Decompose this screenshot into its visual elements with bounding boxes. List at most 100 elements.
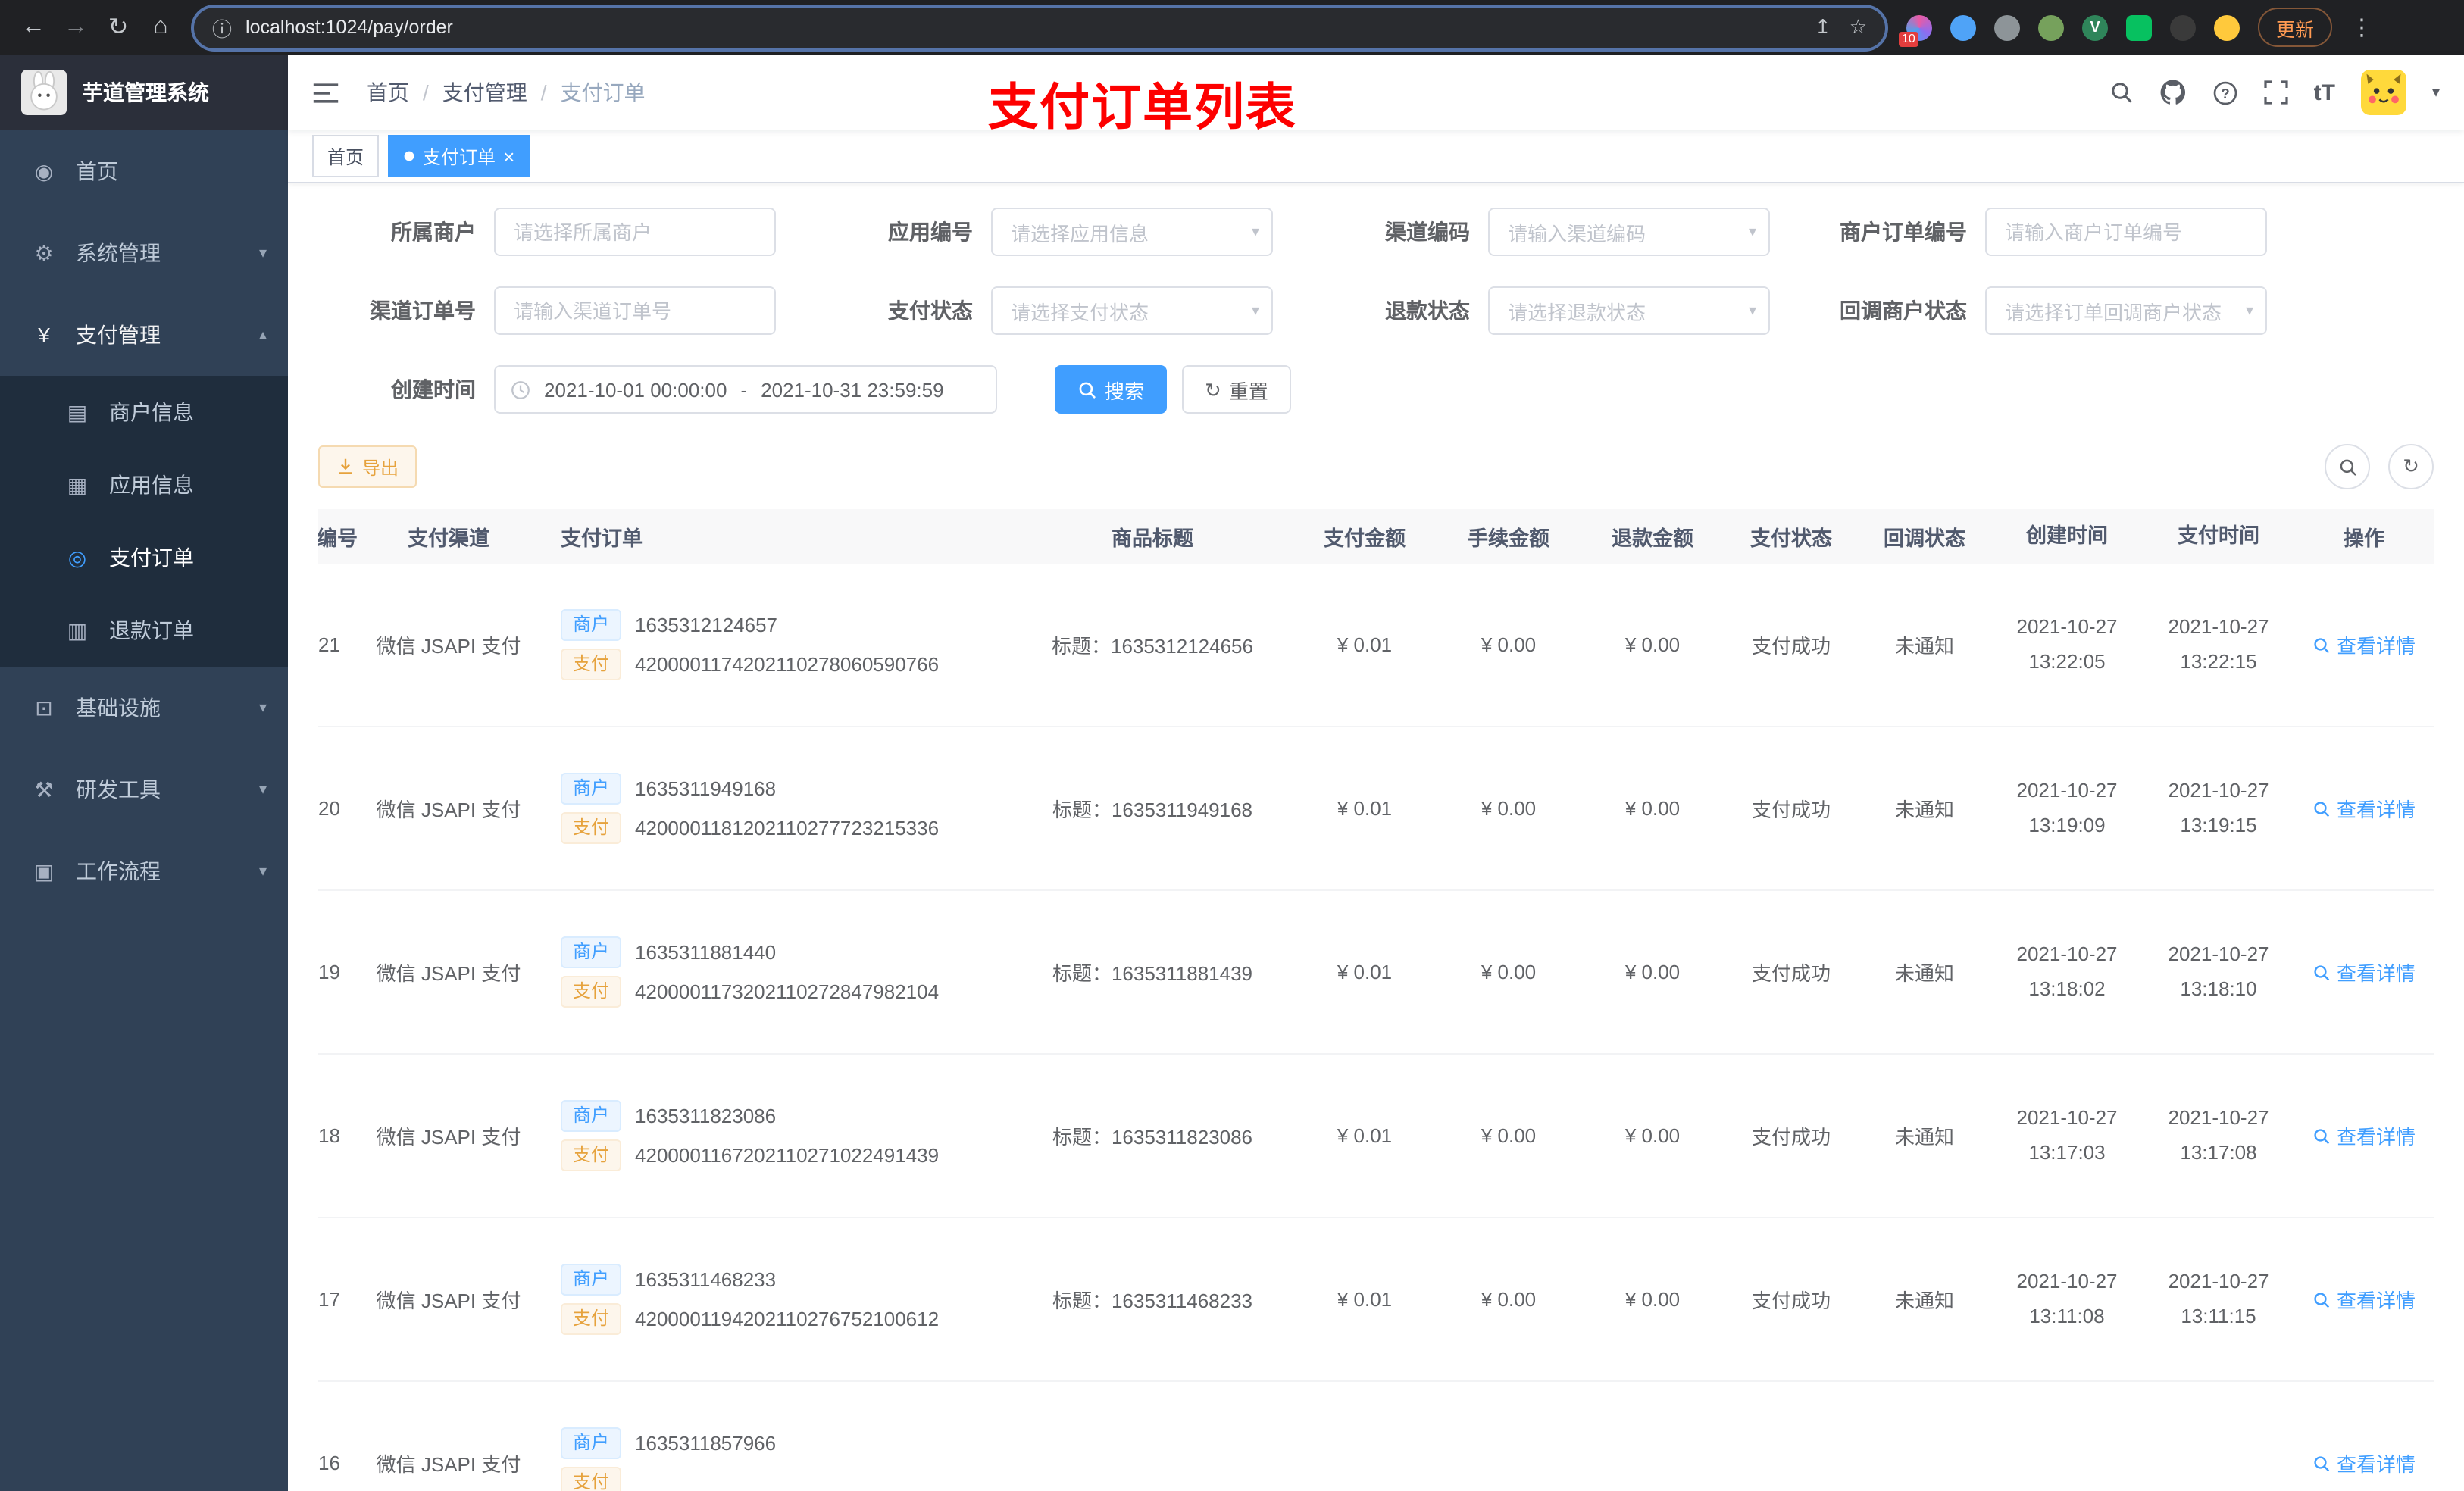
table-row: 17 微信 JSAPI 支付 商户 1635311468233 支付 42000… xyxy=(318,1218,2434,1382)
cell-product-title: 标题：1635311881439 xyxy=(1052,962,1253,985)
sidebar-item-devtools[interactable]: ⚒ 研发工具 ▾ xyxy=(0,749,288,830)
select-placeholder: 请选择支付状态 xyxy=(1011,301,1149,324)
sidebar-item-app-info[interactable]: ▦ 应用信息 xyxy=(0,449,288,521)
view-detail-link[interactable]: 查看详情 xyxy=(2312,1449,2416,1477)
browser-update-button[interactable]: 更新 xyxy=(2258,8,2333,47)
extension-icon-6[interactable] xyxy=(2126,14,2152,40)
sidebar-item-infra[interactable]: ⊡ 基础设施 ▾ xyxy=(0,667,288,749)
browser-home-icon[interactable]: ⌂ xyxy=(139,6,182,48)
breadcrumb-item[interactable]: 支付管理 xyxy=(442,77,527,108)
merchant-badge: 商户 xyxy=(561,1427,622,1459)
view-detail-link[interactable]: 查看详情 xyxy=(2312,1285,2416,1314)
extension-icon-4[interactable] xyxy=(2038,14,2064,40)
logo-link[interactable]: 芋道管理系统 xyxy=(0,55,288,130)
chevron-down-icon[interactable]: ▾ xyxy=(2432,84,2440,101)
avatar[interactable] xyxy=(2360,70,2406,115)
cell-id: 17 xyxy=(318,1288,340,1311)
help-icon[interactable]: ? xyxy=(2212,80,2238,105)
browser-forward-icon[interactable]: → xyxy=(55,6,97,48)
app-no-select[interactable]: 请选择应用信息 ▾ xyxy=(991,208,1273,256)
notify-status-select[interactable]: 请选择订单回调商户状态 ▾ xyxy=(1985,286,2267,335)
view-detail-link[interactable]: 查看详情 xyxy=(2312,1121,2416,1150)
sidebar-item-label: 商户信息 xyxy=(109,400,194,424)
bookmark-star-icon[interactable]: ☆ xyxy=(1850,15,1867,39)
merchant-input[interactable] xyxy=(494,208,776,256)
export-button[interactable]: 导出 xyxy=(318,445,417,488)
app-title: 芋道管理系统 xyxy=(82,80,209,105)
channel-order-line: 支付 4200001181202110277723215336 xyxy=(549,812,1003,844)
extension-icon-7[interactable] xyxy=(2170,14,2196,40)
browser-menu-icon[interactable]: ⋮ xyxy=(2341,14,2382,41)
channel-order-no-input[interactable] xyxy=(494,286,776,335)
chevron-down-icon: ▾ xyxy=(2245,302,2253,319)
view-detail-link[interactable]: 查看详情 xyxy=(2312,794,2416,823)
table-row: 21 微信 JSAPI 支付 商户 1635312124657 支付 42000… xyxy=(318,564,2434,727)
table-row: 19 微信 JSAPI 支付 商户 1635311881440 支付 42000… xyxy=(318,891,2434,1055)
cell-refund-amount: ¥ 0.00 xyxy=(1624,797,1681,820)
hamburger-icon[interactable] xyxy=(312,80,342,105)
channel-code-select[interactable]: 请输入渠道编码 ▾ xyxy=(1488,208,1770,256)
url-text[interactable]: localhost:1024/pay/order xyxy=(245,17,1796,38)
sidebar-item-workflow[interactable]: ▣ 工作流程 ▾ xyxy=(0,830,288,912)
date-line: 2021-10-27 xyxy=(2168,778,2269,802)
site-info-icon[interactable]: ⓘ xyxy=(212,13,232,42)
yen-icon: ¥ xyxy=(38,323,50,347)
browser-back-icon[interactable]: ← xyxy=(12,6,55,48)
cell-notify-status: 未通知 xyxy=(1894,1289,1954,1312)
filter-app-no: 应用编号 请选择应用信息 ▾ xyxy=(815,208,1273,256)
table-row: 16 微信 JSAPI 支付 商户 1635311857966 支付 查看详情 xyxy=(318,1382,2434,1491)
cell-create-time: 2021-10-27 13:18:02 xyxy=(1991,938,2143,1007)
refund-status-select[interactable]: 请选择退款状态 ▾ xyxy=(1488,286,1770,335)
fullscreen-icon[interactable] xyxy=(2263,80,2288,105)
browser-reload-icon[interactable]: ↻ xyxy=(97,6,139,48)
sidebar-item-pay-order[interactable]: ◎ 支付订单 xyxy=(0,521,288,594)
refresh-button[interactable]: ↻ xyxy=(2388,444,2434,489)
tag-home[interactable]: 首页 xyxy=(312,135,380,177)
cell-id: 16 xyxy=(318,1452,340,1474)
extension-icon-3[interactable] xyxy=(1994,14,2020,40)
extension-icon-8[interactable] xyxy=(2214,14,2240,40)
breadcrumb-current: 支付订单 xyxy=(560,80,646,105)
search-icon xyxy=(2314,1128,2330,1144)
create-time-range-picker[interactable]: 2021-10-01 00:00:00 - 2021-10-31 23:59:5… xyxy=(494,365,997,414)
download-icon xyxy=(339,458,352,474)
tag-pay-order[interactable]: 支付订单 × xyxy=(388,135,530,177)
reset-button[interactable]: ↻ 重置 xyxy=(1182,365,1291,414)
extension-icon-1[interactable]: 10 xyxy=(1899,14,1932,46)
sidebar-item-merchant-info[interactable]: ▤ 商户信息 xyxy=(0,376,288,449)
search-icon[interactable] xyxy=(2109,80,2134,105)
close-icon[interactable]: × xyxy=(503,146,514,166)
logo-avatar xyxy=(21,70,67,115)
vue-devtools-icon[interactable]: V xyxy=(2082,14,2108,40)
merchant-order-line: 商户 1635312124657 xyxy=(549,609,1003,641)
chevron-down-icon: ▾ xyxy=(1748,223,1756,240)
orders-table: 编号 支付渠道 支付订单 商品标题 支付金额 手续金额 退款金额 支付状态 回调… xyxy=(318,509,2434,1491)
sidebar-item-payment[interactable]: ¥ 支付管理 ▴ xyxy=(0,294,288,376)
merchant-order-line: 商户 1635311949168 xyxy=(549,773,1003,805)
column-header-channel: 支付渠道 xyxy=(408,527,489,550)
sidebar-item-home[interactable]: ◉ 首页 xyxy=(0,130,288,212)
view-detail-link[interactable]: 查看详情 xyxy=(2312,630,2416,659)
github-icon[interactable] xyxy=(2159,79,2187,106)
share-icon[interactable]: ↥ xyxy=(1815,15,1831,39)
column-header-actions: 操作 xyxy=(2344,527,2384,550)
merchant-badge: 商户 xyxy=(561,773,622,805)
cell-pay-amount: ¥ 0.01 xyxy=(1337,797,1393,820)
breadcrumb-item[interactable]: 首页 xyxy=(367,77,409,108)
merchant-order-no-input[interactable] xyxy=(1985,208,2267,256)
navbar-actions: ? tT ▾ xyxy=(2109,70,2440,115)
sidebar-item-system[interactable]: ⚙ 系统管理 ▾ xyxy=(0,212,288,294)
view-detail-link[interactable]: 查看详情 xyxy=(2312,958,2416,986)
cell-id: 19 xyxy=(318,961,340,983)
toggle-search-button[interactable] xyxy=(2325,444,2370,489)
table-row: 20 微信 JSAPI 支付 商户 1635311949168 支付 42000… xyxy=(318,727,2434,891)
pay-status-select[interactable]: 请选择支付状态 ▾ xyxy=(991,286,1273,335)
filter-channel-code: 渠道编码 请输入渠道编码 ▾ xyxy=(1312,208,1770,256)
cell-pay-amount: ¥ 0.01 xyxy=(1337,1288,1393,1311)
extension-icon-2[interactable] xyxy=(1950,14,1976,40)
address-bar[interactable]: ⓘ localhost:1024/pay/order ↥ ☆ xyxy=(194,7,1885,48)
font-size-icon[interactable]: tT xyxy=(2314,80,2335,105)
sidebar-item-refund-order[interactable]: ▥ 退款订单 xyxy=(0,594,288,667)
search-button[interactable]: 搜索 xyxy=(1055,365,1168,414)
refresh-icon: ↻ xyxy=(2403,455,2419,477)
